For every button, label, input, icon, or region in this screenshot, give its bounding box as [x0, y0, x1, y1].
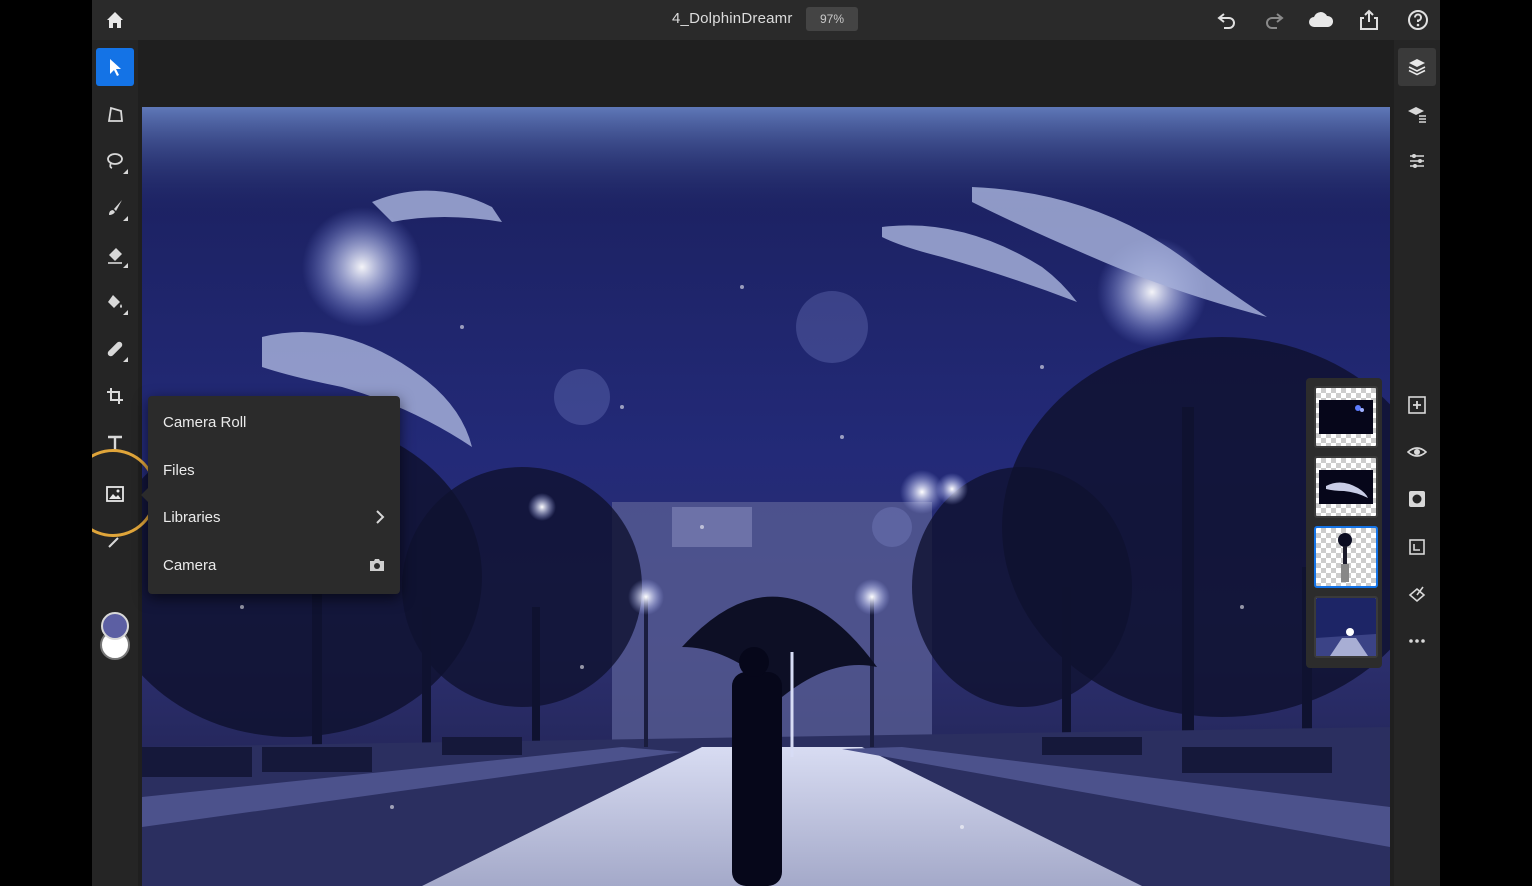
layer-thumbnail-bubbles[interactable]	[1314, 386, 1378, 448]
share-icon[interactable]	[1355, 6, 1383, 34]
adjustments-icon[interactable]	[1398, 142, 1436, 180]
layer-thumbnail-dolphin[interactable]	[1314, 456, 1378, 518]
layer-properties-icon[interactable]	[1398, 95, 1436, 133]
foreground-color-swatch[interactable]	[101, 612, 129, 640]
merge-icon[interactable]	[1398, 576, 1436, 614]
menu-item-label: Libraries	[163, 509, 221, 526]
crop-icon[interactable]	[96, 377, 134, 415]
mask-icon[interactable]	[1398, 480, 1436, 518]
chevron-right-icon	[374, 509, 386, 530]
zoom-level-badge[interactable]: 97%	[806, 7, 858, 31]
camera-icon	[368, 557, 386, 578]
redo-icon[interactable]	[1260, 6, 1288, 34]
transform-icon[interactable]	[96, 95, 134, 133]
menu-item-files[interactable]: Files	[148, 447, 400, 494]
healing-icon[interactable]	[96, 330, 134, 368]
photoshop-app: 4_DolphinDreamr 97% Camera Roll Files Li…	[92, 0, 1440, 886]
visibility-icon[interactable]	[1398, 433, 1436, 471]
right-toolbar	[1394, 40, 1440, 886]
undo-icon[interactable]	[1213, 6, 1241, 34]
eraser-icon[interactable]	[96, 236, 134, 274]
layer-thumbnail-night-park[interactable]	[1314, 596, 1378, 658]
menu-item-label: Camera Roll	[163, 414, 247, 431]
brush-icon[interactable]	[96, 189, 134, 227]
select-icon[interactable]	[96, 48, 134, 86]
layers-panel	[1306, 378, 1382, 668]
fill-icon[interactable]	[96, 283, 134, 321]
document-title[interactable]: 4_DolphinDreamr	[672, 10, 793, 27]
layer-thumbnail-umbrella-woman[interactable]	[1314, 526, 1378, 588]
lasso-icon[interactable]	[96, 142, 134, 180]
place-image-menu: Camera Roll Files Libraries Camera	[141, 396, 400, 594]
top-bar: 4_DolphinDreamr 97%	[92, 0, 1440, 40]
layers-icon[interactable]	[1398, 48, 1436, 86]
menu-caret	[141, 488, 148, 502]
menu-item-label: Files	[163, 462, 195, 479]
menu-item-camera-roll[interactable]: Camera Roll	[148, 399, 400, 446]
add-layer-icon[interactable]	[1398, 386, 1436, 424]
home-icon[interactable]	[101, 6, 129, 34]
cloud-icon[interactable]	[1307, 6, 1335, 34]
menu-item-libraries[interactable]: Libraries	[148, 494, 400, 541]
menu-item-label: Camera	[163, 557, 217, 574]
more-icon[interactable]	[1398, 622, 1436, 660]
menu-item-camera[interactable]: Camera	[148, 542, 400, 589]
help-icon[interactable]	[1404, 6, 1432, 34]
clipping-icon[interactable]	[1398, 528, 1436, 566]
